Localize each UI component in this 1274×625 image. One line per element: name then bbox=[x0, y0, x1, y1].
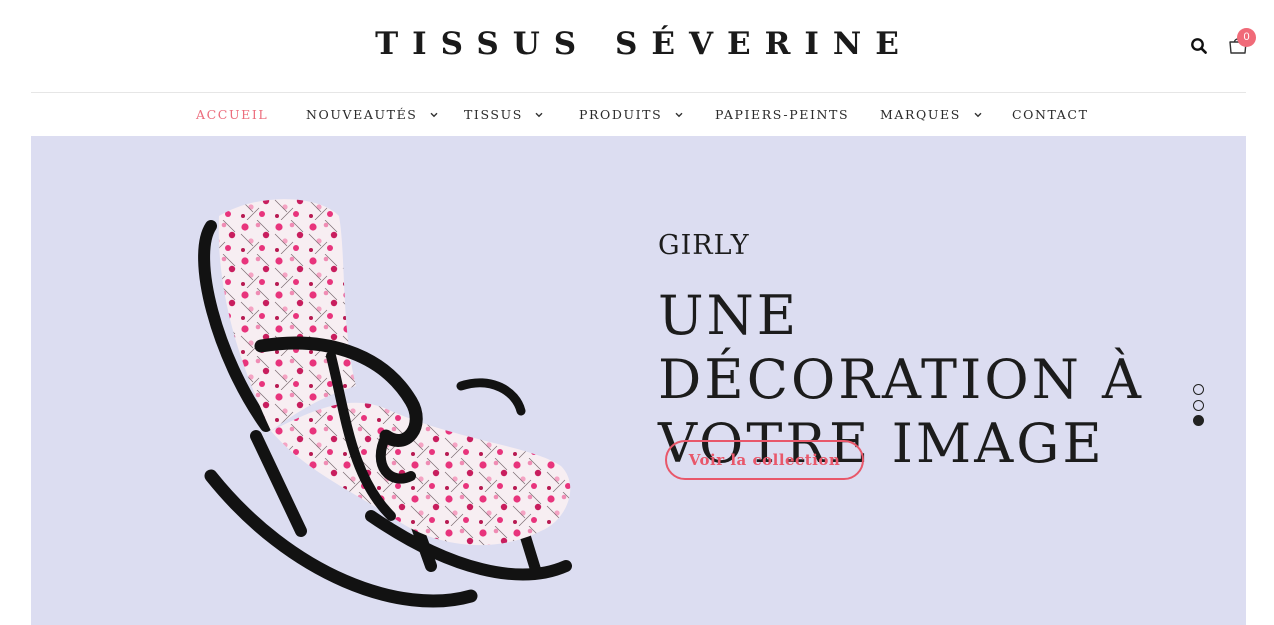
nav-label: PAPIERS-PEINTS bbox=[715, 107, 850, 122]
slider-pagination bbox=[1193, 384, 1205, 431]
slide-dot-1[interactable] bbox=[1193, 384, 1204, 395]
nav-item-accueil[interactable]: ACCUEIL bbox=[196, 93, 268, 136]
nav-item-nouveautes[interactable]: NOUVEAUTÉS bbox=[306, 93, 438, 136]
main-nav: ACCUEIL NOUVEAUTÉS TISSUS PRODUITS PAPIE… bbox=[0, 93, 1274, 136]
nav-item-tissus[interactable]: TISSUS bbox=[464, 93, 543, 136]
site-header: TISSUS SÉVERINE 0 bbox=[0, 0, 1274, 93]
chevron-down-icon bbox=[430, 112, 438, 118]
nav-label: TISSUS bbox=[464, 107, 523, 122]
chevron-down-icon bbox=[675, 112, 683, 118]
nav-label: CONTACT bbox=[1012, 107, 1089, 122]
slide-dot-3-active[interactable] bbox=[1193, 415, 1204, 426]
chevron-down-icon bbox=[535, 112, 543, 118]
site-logo[interactable]: TISSUS SÉVERINE bbox=[0, 26, 1274, 62]
nav-item-papiers-peints[interactable]: PAPIERS-PEINTS bbox=[715, 93, 849, 136]
view-collection-button[interactable]: Voir la collection bbox=[665, 440, 864, 480]
rocking-chair-image bbox=[198, 199, 572, 608]
nav-label: NOUVEAUTÉS bbox=[306, 107, 418, 122]
hero-subtitle: GIRLY bbox=[658, 230, 750, 261]
slide-dot-2[interactable] bbox=[1193, 399, 1204, 411]
nav-item-produits[interactable]: PRODUITS bbox=[579, 93, 683, 136]
nav-label: PRODUITS bbox=[579, 107, 663, 122]
cart-count-badge: 0 bbox=[1237, 28, 1256, 47]
nav-label: MARQUES bbox=[880, 107, 961, 122]
nav-label: ACCUEIL bbox=[196, 107, 269, 122]
search-icon[interactable] bbox=[1190, 37, 1208, 55]
nav-item-contact[interactable]: CONTACT bbox=[1012, 93, 1089, 136]
hero-slider: GIRLY UNE DÉCORATION À VOTRE IMAGE Voir … bbox=[31, 136, 1246, 625]
nav-item-marques[interactable]: MARQUES bbox=[880, 93, 982, 136]
chevron-down-icon bbox=[974, 112, 981, 118]
